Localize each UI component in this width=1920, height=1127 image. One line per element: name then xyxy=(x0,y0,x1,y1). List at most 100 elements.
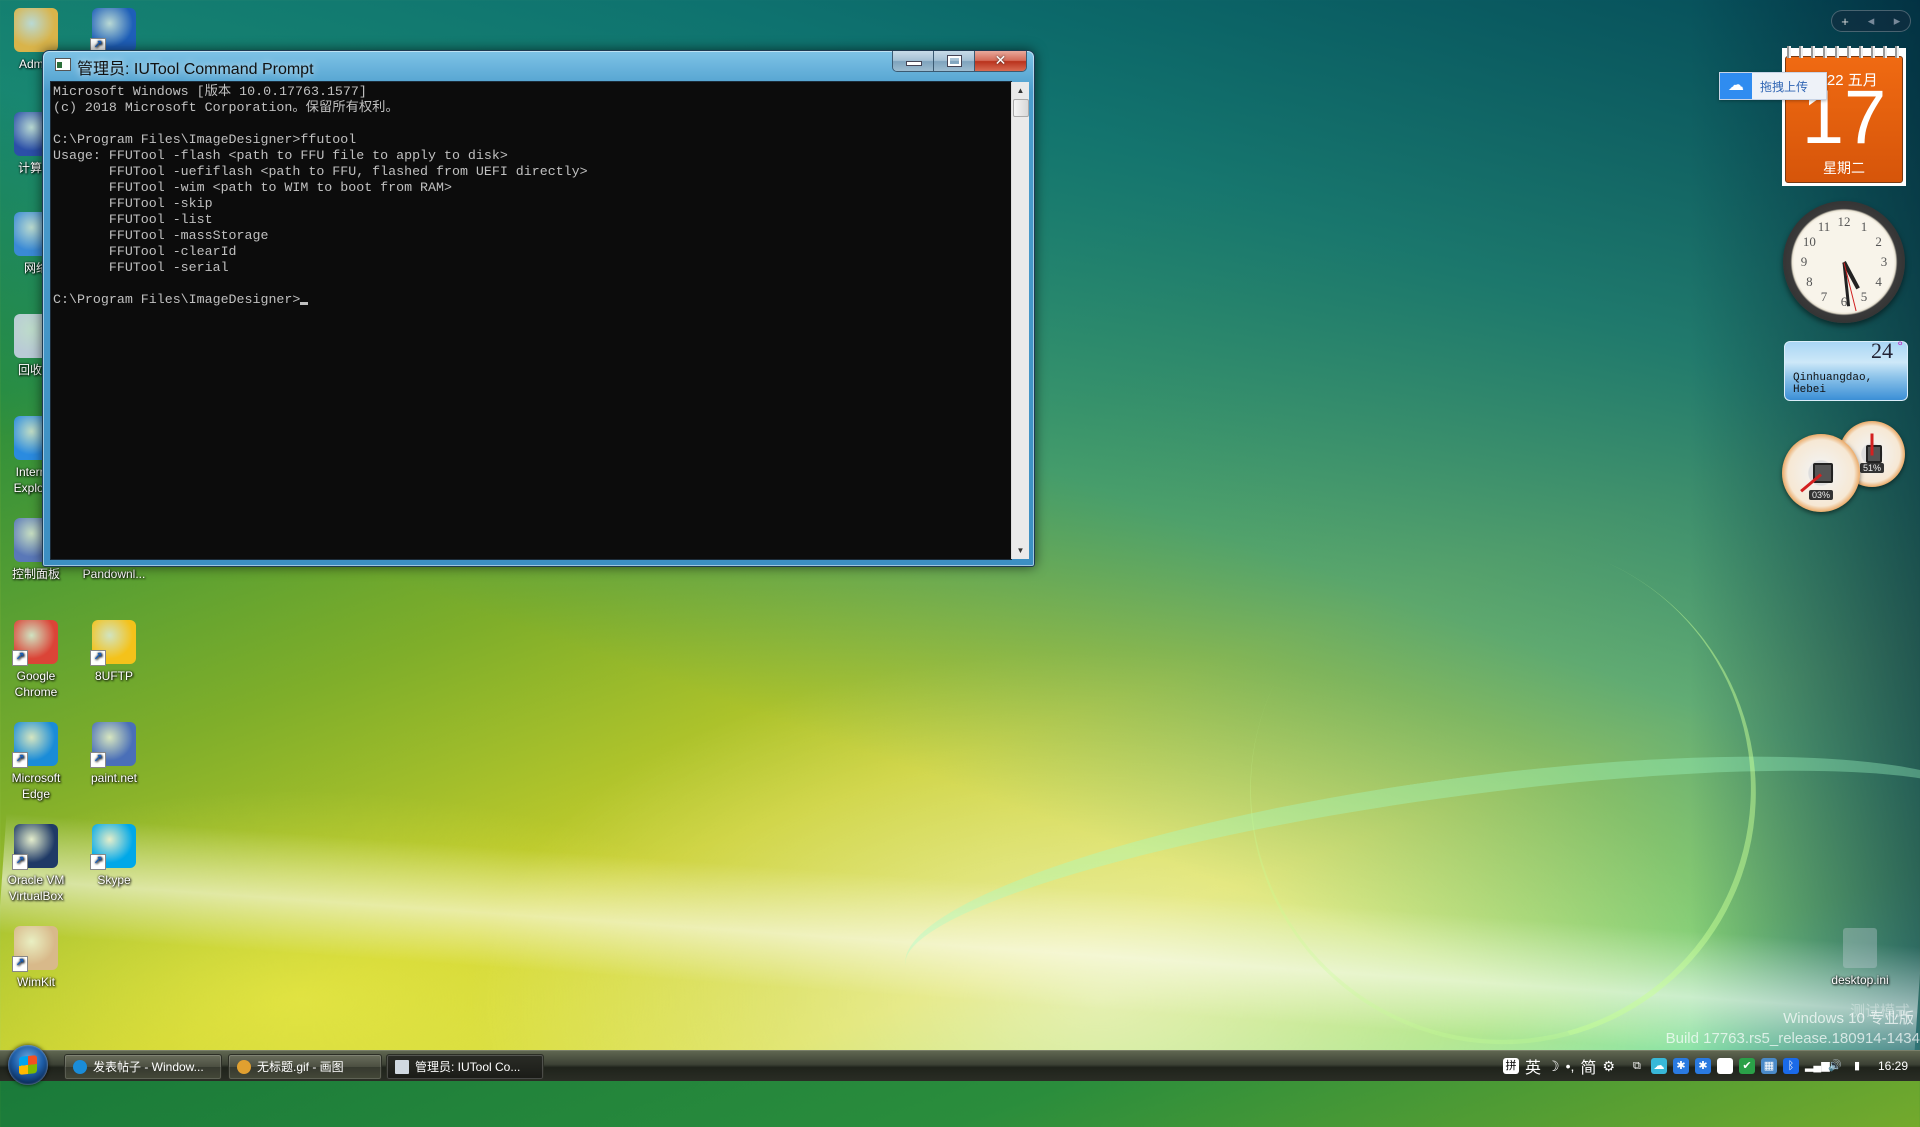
scrollbar-thumb[interactable] xyxy=(1013,99,1029,117)
calendar-rings xyxy=(1782,46,1906,58)
taskbar-button[interactable]: 无标题.gif - 画图 xyxy=(228,1054,382,1080)
clock-number: 4 xyxy=(1875,274,1882,289)
desktop-icon-label: WimKit xyxy=(17,975,55,989)
shortcut-arrow-icon: ↗ xyxy=(12,752,28,768)
shortcut-arrow-icon: ↗ xyxy=(12,650,28,666)
desktop-icon[interactable]: ↗ Microsoft Edge xyxy=(0,722,74,802)
watermark-build: Build 17763.rs5_release.180914-1434 xyxy=(1665,1030,1920,1047)
desktop-icon[interactable]: ↗ WimKit xyxy=(0,926,74,990)
wallpaper-swoosh xyxy=(890,704,1920,1074)
desktop-icon[interactable]: ↗ 8UFTP xyxy=(76,620,152,684)
clock-number: 6 xyxy=(1840,294,1848,309)
taskbar-clock[interactable]: 16:29 xyxy=(1878,1059,1908,1073)
window-titlebar[interactable]: 管理员: IUTool Command Prompt ✕ xyxy=(43,51,1034,79)
desktop-icon[interactable]: ↗ xyxy=(76,8,152,56)
chrome-icon: ↗ xyxy=(12,620,58,666)
desktop-icon[interactable]: ↗ paint.net xyxy=(76,722,152,786)
weather-gadget[interactable]: 24 ° Qinhuangdao, Hebei xyxy=(1784,338,1908,401)
cloud-upload-icon: ☁ xyxy=(1720,73,1752,99)
document-search-icon: ↗ xyxy=(90,8,136,54)
taskbar: 发表帖子 - Window... 无标题.gif - 画图 管理员: IUTool … xyxy=(0,1045,1920,1085)
gadget-next-button[interactable]: ▸ xyxy=(1884,13,1910,29)
ime-punctuation-icon[interactable]: •, xyxy=(1566,1058,1575,1074)
calendar-weekday: 星期二 xyxy=(1823,160,1865,176)
baidu-cloud-icon[interactable]: ☁ xyxy=(1650,1058,1667,1074)
ime-pinyin-icon[interactable]: 拼 xyxy=(1503,1058,1520,1074)
ime-half-width-icon[interactable]: ☽ xyxy=(1547,1058,1560,1075)
clock-number: 11 xyxy=(1817,219,1831,235)
edge-icon xyxy=(73,1060,87,1074)
desktop-icon-label: 控制面板 xyxy=(11,567,60,581)
maximize-icon xyxy=(947,55,962,67)
clock-number: 10 xyxy=(1802,234,1816,249)
network-blocked-icon-1[interactable]: ✱ xyxy=(1672,1058,1689,1074)
ime-settings-icon[interactable]: ⚙ xyxy=(1602,1058,1615,1075)
clock-number: 9 xyxy=(1800,254,1808,269)
start-button[interactable] xyxy=(8,1045,48,1085)
taskbar-button[interactable]: 管理员: IUTool Co... xyxy=(386,1054,544,1080)
desktop-icon[interactable]: ↗ Google Chrome xyxy=(0,620,74,700)
wimkit-box-icon: ↗ xyxy=(12,926,58,972)
console-area[interactable]: Microsoft Windows [版本 10.0.17763.1577] (… xyxy=(50,81,1029,560)
command-prompt-window[interactable]: 管理员: IUTool Command Prompt ✕ Microsoft W… xyxy=(42,50,1035,567)
drag-upload-label: 拖拽上传 xyxy=(1760,80,1809,94)
clock-number: 8 xyxy=(1806,274,1813,289)
bluetooth-icon[interactable]: ᛒ xyxy=(1782,1058,1799,1074)
scroll-up-arrow-icon[interactable]: ▲ xyxy=(1012,82,1029,99)
windows-logo-icon xyxy=(19,1055,37,1075)
close-icon: ✕ xyxy=(994,52,1007,68)
calendar-gadget[interactable]: 2022 五月 17 星期二 xyxy=(1782,46,1906,186)
shortcut-arrow-icon: ↗ xyxy=(90,752,106,768)
desktop-icon-label: Oracle VM VirtualBox xyxy=(7,873,65,903)
signal-strength-icon[interactable]: ▂▄▆ xyxy=(1805,1058,1830,1074)
clock-number: 3 xyxy=(1880,254,1888,269)
shortcut-arrow-icon: ↗ xyxy=(12,854,28,870)
watermark-edition: Windows 10 专业版 xyxy=(1783,1010,1914,1027)
volume-icon[interactable]: 🔊 xyxy=(1827,1058,1843,1074)
weather-temperature: 24 xyxy=(1871,338,1893,363)
system-tray: 拼 英 ☽ •, 简 ⚙ ⧉ ☁ ✱ ✱ ⛨ ✔ ▦ ᛒ ▂▄▆ 🔊 ▮ 16:29 xyxy=(1500,1051,1920,1081)
usb-safe-remove-icon[interactable]: ✔ xyxy=(1738,1058,1755,1074)
security-shield-icon[interactable]: ⛨ xyxy=(1716,1058,1733,1074)
ime-simplified-toggle[interactable]: 简 xyxy=(1580,1054,1596,1078)
maximize-button[interactable] xyxy=(934,51,975,71)
minimize-button[interactable] xyxy=(893,51,934,71)
wallpaper-light-band xyxy=(0,813,1920,1067)
gadget-prev-button[interactable]: ◂ xyxy=(1858,13,1884,29)
clock-number: 12 xyxy=(1837,214,1851,229)
desktop-icon-desktop-ini[interactable]: desktop.ini xyxy=(1822,928,1898,988)
console-output[interactable]: Microsoft Windows [版本 10.0.17763.1577] (… xyxy=(53,84,588,308)
cpu-percent: 03% xyxy=(1808,490,1834,500)
add-gadget-button[interactable]: + xyxy=(1832,14,1858,29)
weather-city: Qinhuangdao, Hebei xyxy=(1793,372,1873,396)
skype-icon: ↗ xyxy=(90,824,136,870)
desktop-icon[interactable]: ↗ Oracle VM VirtualBox xyxy=(0,824,74,904)
weather-degree-symbol: ° xyxy=(1897,338,1903,354)
power-plug-icon[interactable]: ▮ xyxy=(1849,1058,1865,1074)
shortcut-arrow-icon: ↗ xyxy=(90,854,106,870)
close-button[interactable]: ✕ xyxy=(975,51,1026,71)
vertical-scrollbar[interactable]: ▲ ▼ xyxy=(1011,82,1029,559)
clock-gadget[interactable]: 12 1 2 3 4 5 6 7 8 9 10 11 xyxy=(1783,201,1905,323)
restore-windows-icon[interactable]: ⧉ xyxy=(1629,1058,1645,1074)
window-controls: ✕ xyxy=(892,51,1027,72)
memory-chip-icon xyxy=(1866,445,1882,463)
cpu-meter-gauge[interactable]: 03% xyxy=(1782,434,1860,512)
desktop-icon[interactable]: ↗ Skype xyxy=(76,824,152,888)
drag-upload-widget[interactable]: ☁ 拖拽上传 xyxy=(1719,72,1827,100)
ime-language-toggle[interactable]: 英 xyxy=(1525,1054,1541,1078)
action-center-icon[interactable]: ▦ xyxy=(1760,1058,1777,1074)
config-file-icon xyxy=(1843,928,1877,968)
minimize-icon xyxy=(906,61,922,66)
network-blocked-icon-2[interactable]: ✱ xyxy=(1694,1058,1711,1074)
clock-number: 7 xyxy=(1820,288,1828,304)
scroll-down-arrow-icon[interactable]: ▼ xyxy=(1012,542,1029,559)
gadget-controls: + ◂ ▸ xyxy=(1831,10,1911,32)
desktop-icon-label: desktop.ini xyxy=(1831,973,1889,987)
wallpaper-swoosh-arc xyxy=(1167,456,1839,1127)
edge-icon: ↗ xyxy=(12,722,58,768)
window-title: 管理员: IUTool Command Prompt xyxy=(77,61,314,78)
taskbar-button[interactable]: 发表帖子 - Window... xyxy=(64,1054,222,1080)
desktop-icon-label: Microsoft Edge xyxy=(11,771,61,801)
desktop-icon-label: Pandownl... xyxy=(82,567,146,581)
